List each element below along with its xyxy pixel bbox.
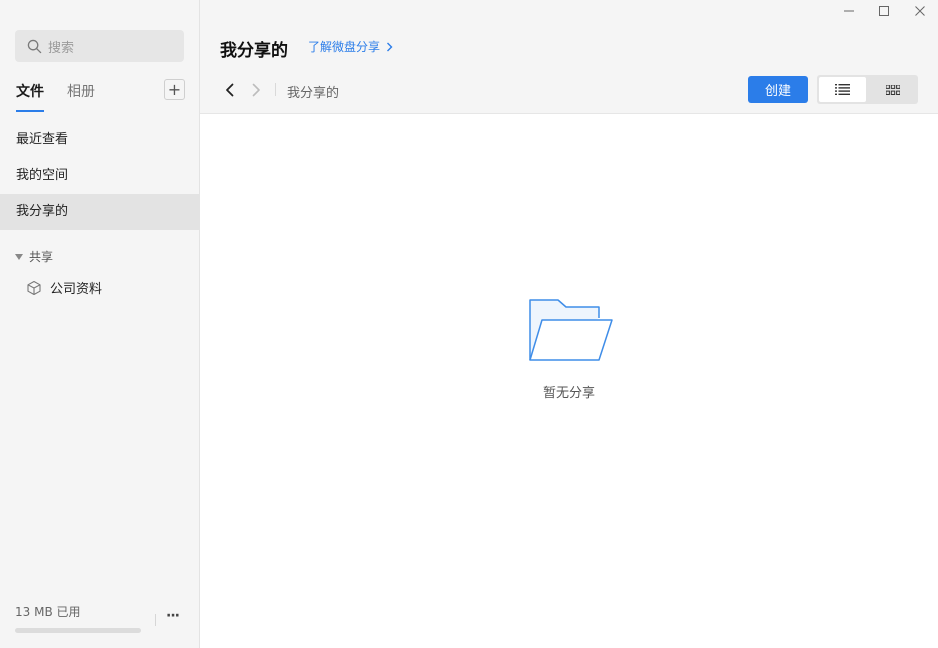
sidebar: 搜索 文件 相册 + 最近查看 我的空间 我分享的 共享 公司资料 13 MB … (0, 0, 200, 648)
sidebar-item-my-shares[interactable]: 我分享的 (0, 194, 199, 230)
storage-usage-text: 13 MB 已用 (15, 605, 81, 619)
learn-share-link-label: 了解微盘分享 (308, 40, 381, 54)
grid-icon (885, 84, 900, 95)
forward-button[interactable] (248, 82, 264, 98)
list-icon (835, 84, 850, 95)
breadcrumb-separator (275, 83, 276, 96)
create-button[interactable]: 创建 (748, 76, 808, 103)
main-content: 暂无分享 (200, 114, 938, 648)
header: 我分享的 了解微盘分享 我分享的 创建 (200, 0, 938, 114)
close-icon (915, 6, 925, 16)
search-input[interactable]: 搜索 (15, 30, 184, 62)
more-options-button[interactable]: ··· (166, 608, 180, 624)
minimize-button[interactable] (841, 3, 857, 19)
back-button[interactable] (222, 82, 238, 98)
minimize-icon (844, 10, 854, 12)
caret-down-icon (15, 253, 23, 260)
sidebar-item-recent[interactable]: 最近查看 (0, 122, 199, 158)
maximize-icon (879, 6, 889, 16)
breadcrumb[interactable]: 我分享的 (287, 82, 339, 101)
view-mode-toggle (817, 75, 918, 104)
chevron-right-icon (387, 42, 393, 51)
page-title: 我分享的 (220, 41, 288, 61)
cube-icon (27, 280, 41, 295)
grid-view-button[interactable] (869, 77, 916, 102)
sidebar-item-my-space[interactable]: 我的空间 (0, 158, 199, 194)
storage-bar (15, 628, 141, 633)
tab-album[interactable]: 相册 (67, 82, 95, 102)
tree-item-label: 公司资料 (50, 282, 103, 297)
add-button[interactable]: + (164, 79, 185, 100)
search-icon (27, 39, 42, 53)
tree-item-company-files[interactable]: 公司资料 (26, 278, 102, 297)
list-view-button[interactable] (819, 77, 866, 102)
divider (155, 614, 156, 626)
close-button[interactable] (912, 3, 928, 19)
sidebar-nav: 最近查看 我的空间 我分享的 (0, 122, 199, 230)
search-placeholder: 搜索 (48, 40, 75, 56)
sidebar-tabs: 文件 相册 + (15, 79, 185, 114)
tab-files[interactable]: 文件 (16, 82, 44, 112)
learn-share-link[interactable]: 了解微盘分享 (308, 38, 393, 55)
shared-section-header[interactable]: 共享 (15, 248, 53, 265)
maximize-button[interactable] (876, 3, 892, 19)
shared-section-label: 共享 (29, 250, 54, 264)
empty-state-text: 暂无分享 (542, 386, 595, 401)
folder-open-icon (529, 299, 613, 361)
